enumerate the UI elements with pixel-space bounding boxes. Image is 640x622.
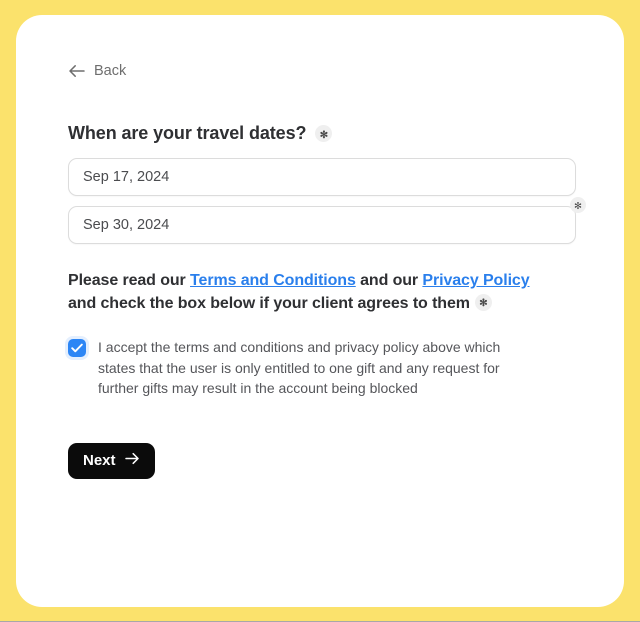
end-date-field-wrap: ✻ <box>68 197 586 244</box>
privacy-policy-link[interactable]: Privacy Policy <box>422 272 529 289</box>
question-heading-text: When are your travel dates? <box>68 123 307 143</box>
terms-required-mark: ✻ <box>479 298 488 310</box>
consent-checkbox[interactable] <box>68 339 86 358</box>
arrow-right-icon <box>124 452 140 469</box>
next-button-label: Next <box>83 452 116 470</box>
back-button-label: Back <box>94 63 127 79</box>
consent-label: I accept the terms and conditions and pr… <box>98 339 501 397</box>
start-date-input[interactable] <box>68 158 576 196</box>
terms-paragraph: Please read our Terms and Conditions and… <box>68 270 548 315</box>
start-date-field-wrap <box>68 158 576 196</box>
terms-text-middle: and our <box>355 272 423 289</box>
end-date-required-mark: ✻ <box>574 201 582 213</box>
terms-text-after: and check the box below if your client a… <box>68 294 470 312</box>
terms-required-badge: ✻ <box>474 293 492 311</box>
form-content: Back When are your travel dates? ✻ ✻ Ple… <box>68 63 594 479</box>
page-frame: Back When are your travel dates? ✻ ✻ Ple… <box>0 0 640 622</box>
arrow-left-icon <box>68 64 85 78</box>
page-title: When are your travel dates? ✻ <box>68 123 594 144</box>
terms-and-conditions-link[interactable]: Terms and Conditions <box>190 272 356 289</box>
required-badge: ✻ <box>315 125 333 142</box>
end-date-required-badge: ✻ <box>570 197 586 213</box>
end-date-input[interactable] <box>68 206 576 244</box>
next-button[interactable]: Next <box>68 442 155 479</box>
form-card: Back When are your travel dates? ✻ ✻ Ple… <box>16 15 624 607</box>
consent-row: I accept the terms and conditions and pr… <box>68 337 538 398</box>
back-button[interactable]: Back <box>68 63 126 79</box>
required-badge-mark: ✻ <box>319 129 329 141</box>
terms-text-before: Please read our <box>68 272 191 289</box>
